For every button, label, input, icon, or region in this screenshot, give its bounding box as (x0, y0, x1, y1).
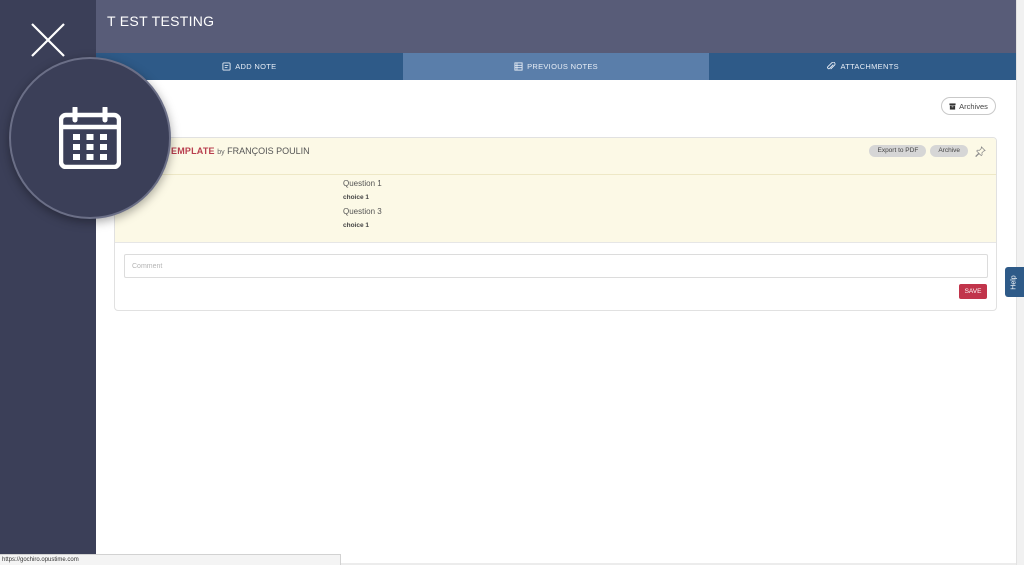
note-card: EMPLATE by FRANÇOIS POULIN Export to PDF… (114, 137, 997, 311)
tab-previous-notes[interactable]: PREVIOUS NOTES (402, 53, 710, 80)
note-body: Question 1 choice 1 Question 3 choice 1 (115, 175, 996, 243)
note-by-label: by (217, 149, 225, 156)
note-actions: Export to PDF Archive (869, 145, 986, 157)
header-bar: T EST TESTING (96, 0, 1016, 53)
note-author: FRANÇOIS POULIN (227, 146, 310, 156)
save-button[interactable]: SAVE (959, 284, 987, 299)
archive-button[interactable]: Archive (930, 145, 968, 157)
tab-label: ADD NOTE (235, 62, 277, 71)
note-answer: choice 1 (343, 194, 370, 201)
archives-label: Archives (959, 101, 988, 111)
help-label: Help (1011, 274, 1018, 290)
help-button[interactable]: Help (1005, 267, 1024, 297)
archive-box-icon (949, 102, 956, 110)
status-bar-url: https://gochiro.opustime.com (0, 554, 341, 565)
note-answer: choice 1 (343, 222, 370, 229)
note-question: Question 1 (343, 179, 382, 188)
archives-button[interactable]: Archives (941, 97, 996, 115)
tab-bar: ADD NOTE PREVIOUS NOTES ATTACHMENTS (96, 53, 1016, 80)
edit-note-icon (222, 62, 231, 71)
calendar-icon (59, 107, 121, 169)
page-title: T EST TESTING (107, 13, 215, 29)
pin-icon[interactable] (975, 145, 986, 157)
paperclip-icon (827, 62, 836, 70)
note-title: EMPLATE by FRANÇOIS POULIN (171, 146, 310, 156)
tab-label: PREVIOUS NOTES (527, 62, 598, 71)
close-icon[interactable] (28, 20, 68, 60)
list-icon (514, 62, 523, 71)
note-header: EMPLATE by FRANÇOIS POULIN Export to PDF… (115, 138, 996, 175)
comment-input[interactable] (124, 254, 988, 278)
note-question: Question 3 (343, 207, 382, 216)
calendar-button[interactable] (9, 57, 171, 219)
tab-label: ATTACHMENTS (840, 62, 899, 71)
note-template-name: EMPLATE (171, 146, 215, 156)
export-pdf-button[interactable]: Export to PDF (869, 145, 927, 157)
tab-attachments[interactable]: ATTACHMENTS (709, 53, 1016, 80)
